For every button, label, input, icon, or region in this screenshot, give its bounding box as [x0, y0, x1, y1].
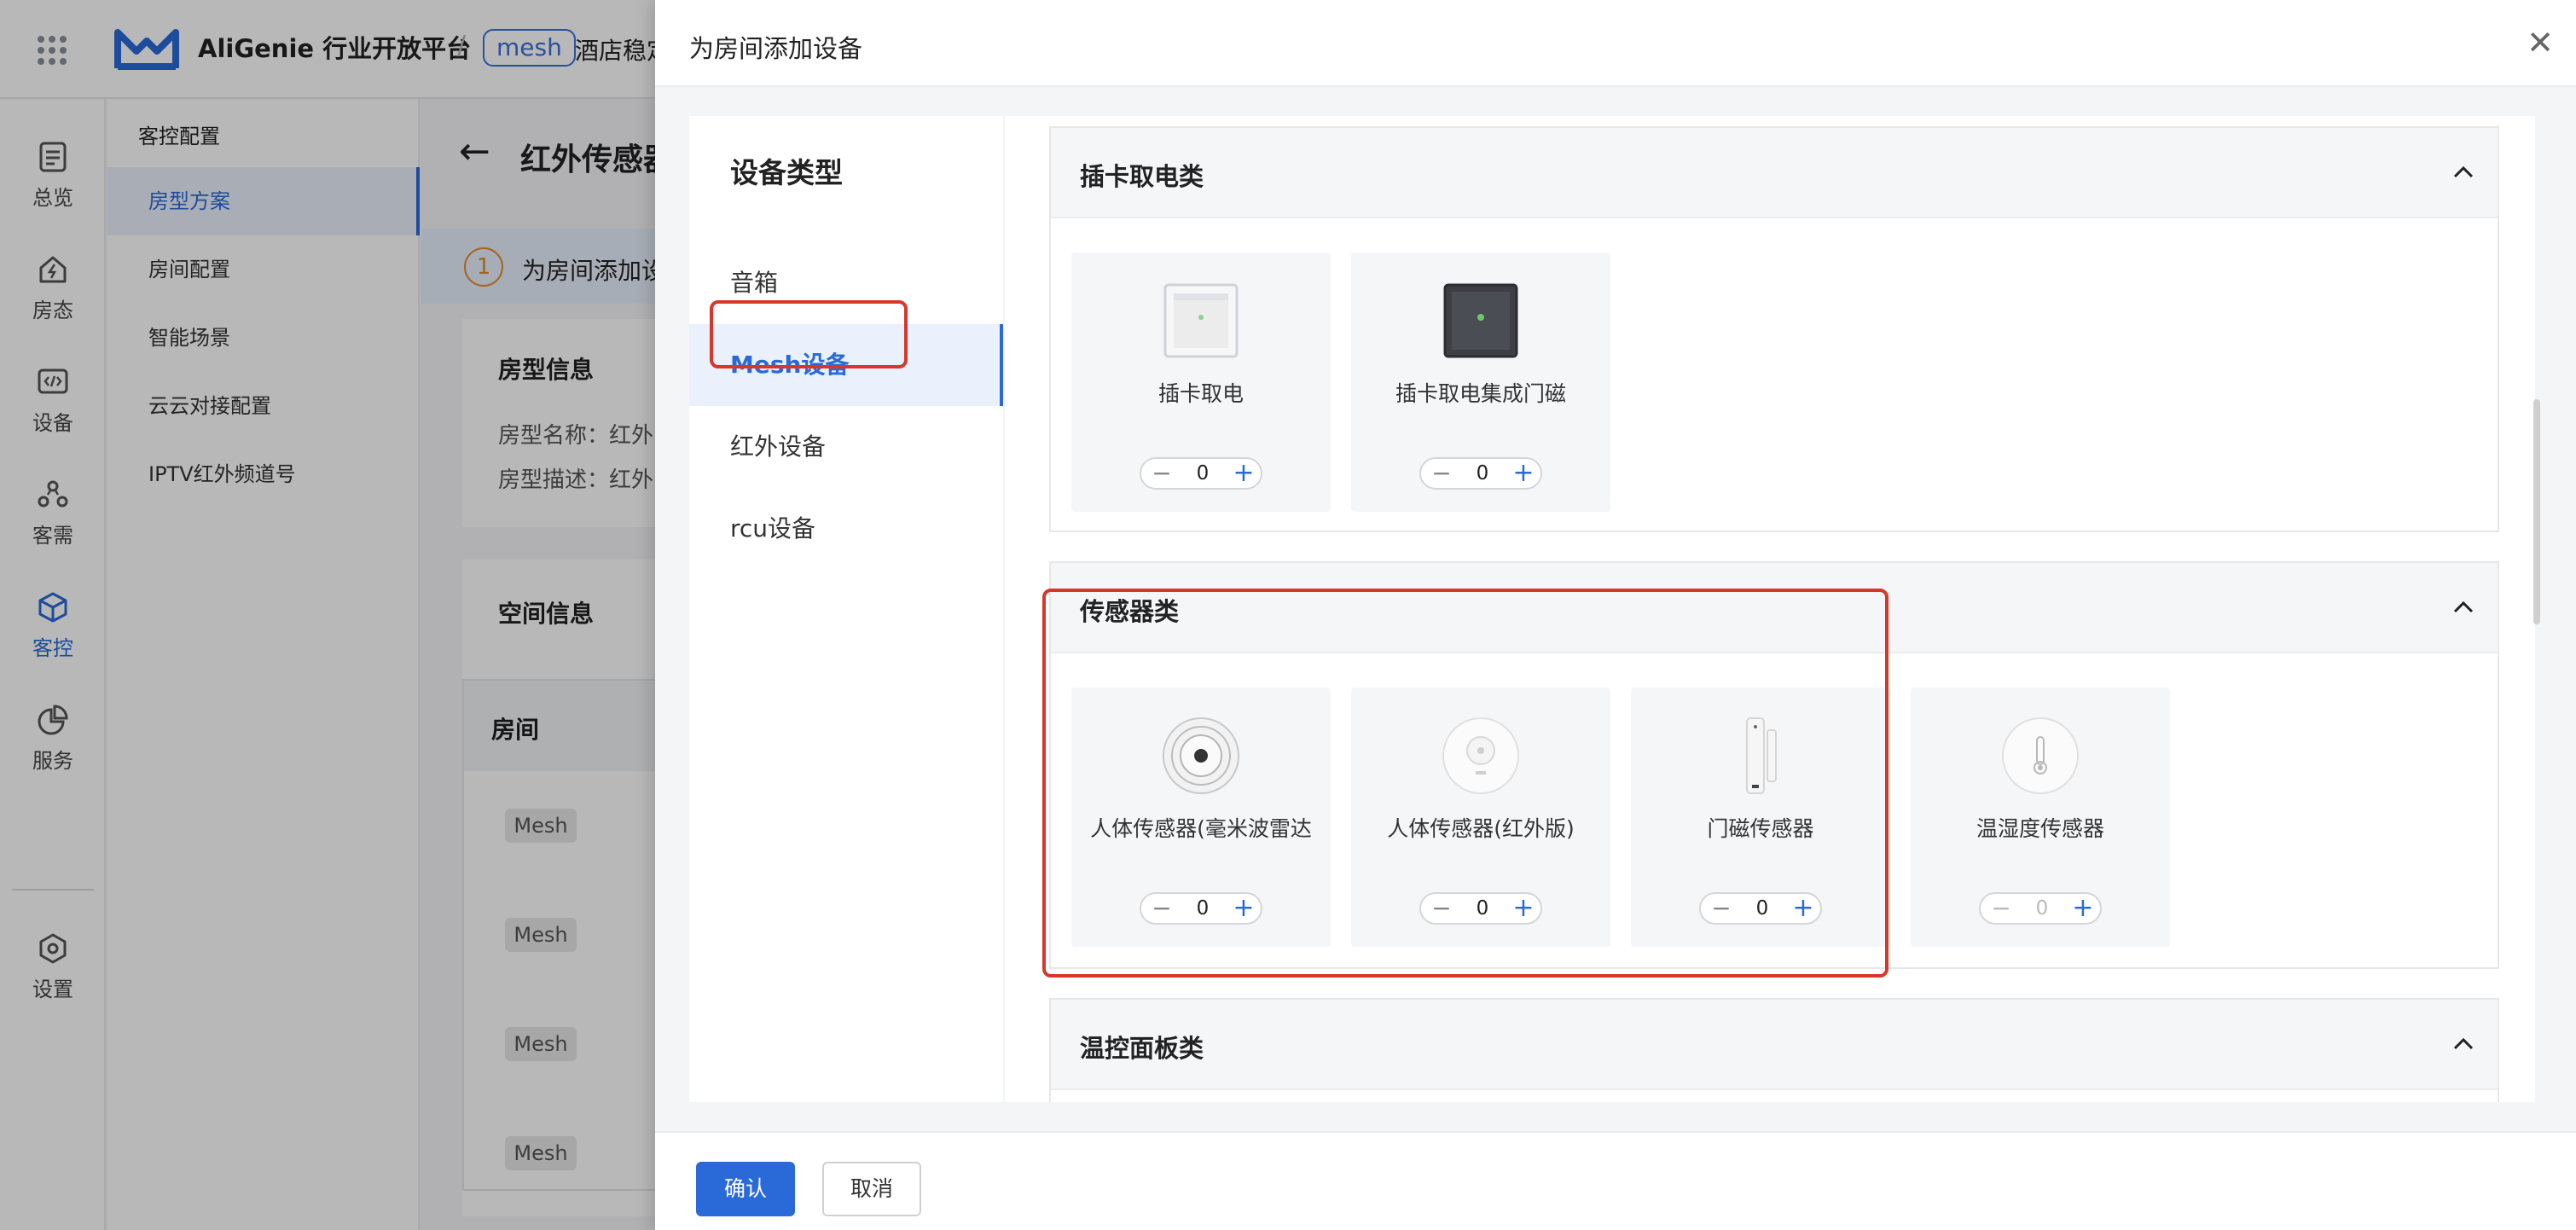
drawer-header: 为房间添加设备 ✕ [655, 0, 2576, 87]
annotation-highlight-sensors [1042, 589, 1888, 978]
device-group-thermostat: 温控面板类 [1049, 998, 2499, 1102]
chevron-up-icon[interactable] [2451, 160, 2475, 184]
device-name: 温湿度传感器 [1976, 816, 2104, 841]
increment-button[interactable]: + [1508, 459, 1539, 488]
quantity-value[interactable]: 0 [1459, 459, 1506, 488]
device-name: 插卡取电 [1157, 381, 1244, 406]
confirm-button[interactable]: 确认 [696, 1162, 795, 1216]
category-rcu[interactable]: rcu设备 [689, 488, 1003, 570]
decrement-button[interactable]: − [1986, 894, 2016, 923]
device-card: 温湿度传感器 − 0 + [1911, 688, 2170, 947]
increment-button[interactable]: + [1228, 459, 1259, 488]
group-title: 温控面板类 [1080, 1034, 1204, 1063]
annotation-highlight-category [710, 300, 908, 368]
scrollbar-thumb[interactable] [2533, 399, 2540, 624]
device-group-card-power: 插卡取电类 插卡取电 − 0 + 插卡取电集成门磁 − 0 + [1049, 126, 2499, 532]
group-header[interactable]: 插卡取电类 [1051, 128, 2498, 218]
device-category-panel: 设备类型 音箱 Mesh设备 红外设备 rcu设备 [689, 116, 1003, 1102]
decrement-button[interactable]: − [1146, 459, 1177, 488]
device-card: 插卡取电集成门磁 − 0 + [1351, 252, 1610, 512]
quantity-stepper: − 0 + [1140, 457, 1262, 490]
quantity-value[interactable]: 0 [1179, 459, 1227, 488]
chevron-up-icon[interactable] [2451, 1032, 2475, 1056]
thermometer-icon [2002, 717, 2079, 794]
group-header[interactable]: 温控面板类 [1051, 1000, 2498, 1090]
card-power-door-icon [1443, 283, 1518, 358]
card-power-switch-icon [1163, 283, 1239, 358]
device-card: 插卡取电 − 0 + [1071, 252, 1331, 512]
close-icon[interactable]: ✕ [2523, 26, 2557, 60]
drawer-title: 为房间添加设备 [689, 34, 863, 63]
group-title: 插卡取电类 [1080, 162, 1204, 191]
quantity-stepper: − 0 + [1419, 457, 1542, 490]
category-title: 设备类型 [730, 156, 843, 189]
decrement-button[interactable]: − [1426, 459, 1457, 488]
drawer-footer: 确认 取消 [655, 1131, 2576, 1230]
quantity-stepper: − 0 + [1979, 892, 2102, 925]
increment-button[interactable]: + [2068, 894, 2098, 923]
device-name: 插卡取电集成门磁 [1395, 381, 1566, 406]
chevron-up-icon[interactable] [2451, 595, 2475, 619]
cancel-button[interactable]: 取消 [822, 1162, 921, 1216]
category-infrared[interactable]: 红外设备 [689, 406, 1003, 488]
quantity-value[interactable]: 0 [2018, 894, 2066, 923]
